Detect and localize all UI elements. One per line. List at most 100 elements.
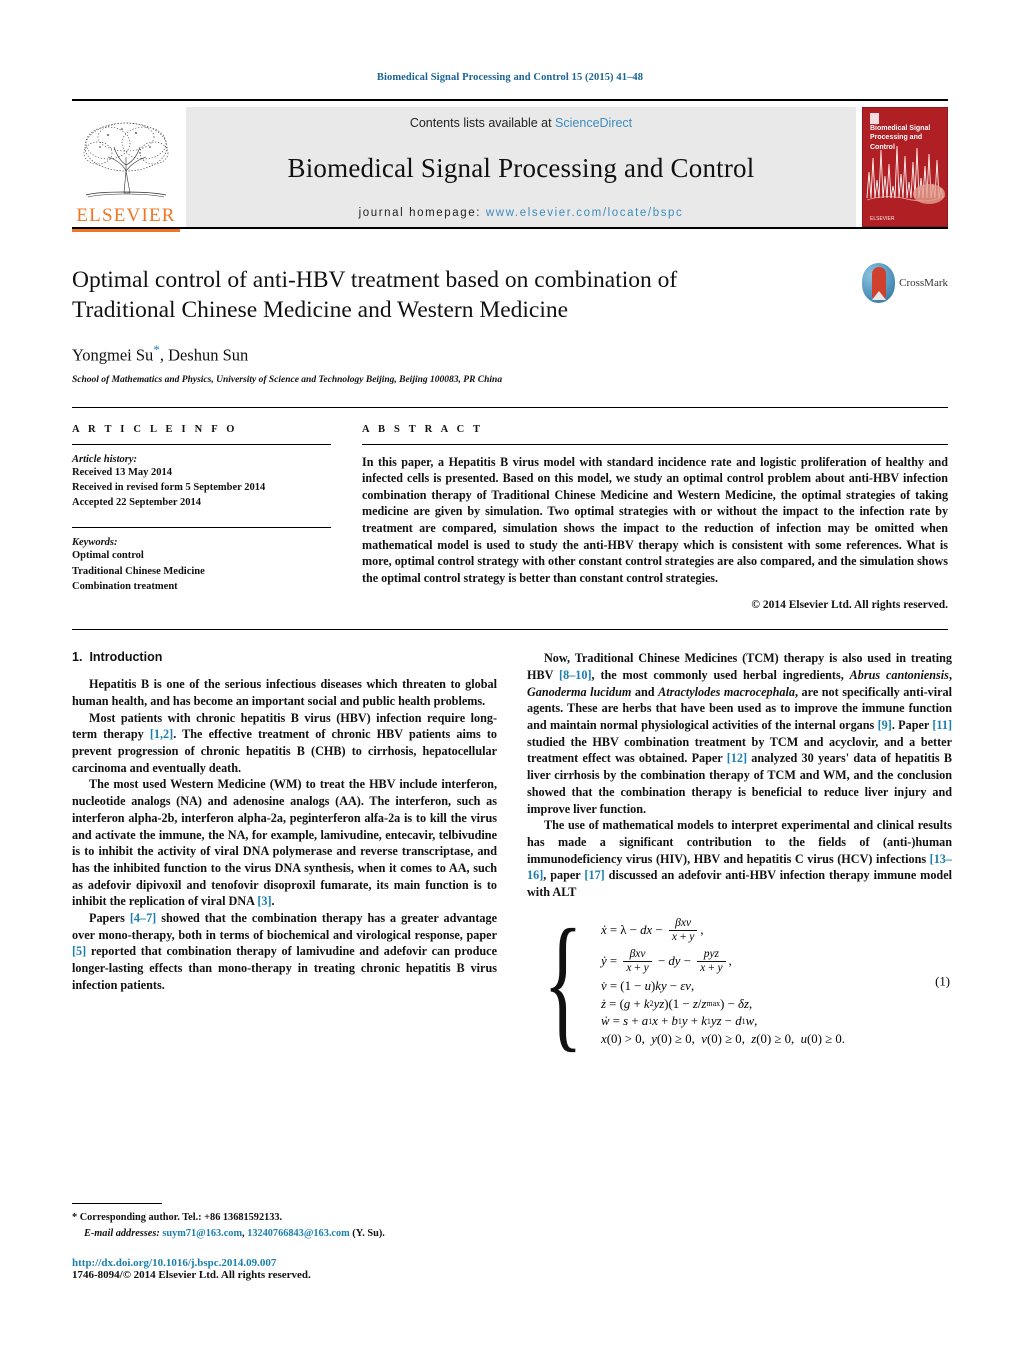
keyword-item: Traditional Chinese Medicine (72, 565, 205, 577)
body-paragraph: The use of mathematical models to interp… (527, 817, 952, 901)
crossmark-icon (862, 263, 896, 303)
abstract-text: In this paper, a Hepatitis B virus model… (362, 454, 948, 585)
abstract-copyright: © 2014 Elsevier Ltd. All rights reserved… (751, 599, 948, 612)
paragraph-text: reported that combination therapy of lam… (72, 944, 497, 992)
author-first: Yongmei Su (72, 345, 154, 365)
author-affiliation: School of Mathematics and Physics, Unive… (72, 374, 503, 385)
right-column-paragraphs: Now, Traditional Chinese Medicines (TCM)… (527, 650, 952, 901)
page-title: Optimal control of anti-HBV treatment ba… (72, 267, 678, 323)
issn-copyright: 1746-8094/© 2014 Elsevier Ltd. All right… (72, 1269, 311, 1281)
masthead-bottom-rule (72, 227, 948, 229)
body-paragraph: Now, Traditional Chinese Medicines (TCM)… (527, 650, 952, 817)
body-columns: 1. Introduction Hepatitis B is one of the… (72, 629, 952, 1057)
history-accepted: Accepted 22 September 2014 (72, 497, 201, 509)
italic-term: Ganoderma lucidum (527, 684, 632, 699)
citation-reference[interactable]: [3] (257, 894, 271, 908)
body-right-column: Now, Traditional Chinese Medicines (TCM)… (527, 650, 952, 1065)
article-history: Article history: Received 13 May 2014 Re… (72, 454, 331, 511)
contents-prefix: Contents lists available at (409, 116, 556, 130)
contents-available-line: Contents lists available at ScienceDirec… (410, 116, 632, 130)
paragraph-text: , paper (543, 868, 585, 883)
equation-line-y: ẏ = βxv x + y − dy − pyz x + y, (601, 947, 732, 975)
elsevier-logo: ELSEVIER (72, 107, 180, 227)
body-paragraph: Papers [4–7] showed that the combination… (72, 910, 497, 994)
equation-line-initial-conditions: x (0) > 0, y (0) ≥ 0, v (0) ≥ 0, z (0) ≥ 0, … (601, 1032, 845, 1047)
citation-reference[interactable]: [5] (72, 944, 86, 958)
citation-reference[interactable]: [12] (727, 751, 747, 765)
cover-publisher-mark-icon (870, 113, 879, 124)
email-link-2[interactable]: 13240766843@163.com (247, 1228, 350, 1239)
equation-line-v: v̇ = (1 − u) ky − εv, (601, 978, 695, 993)
equation-number: (1) (935, 974, 950, 989)
journal-cover-image: Biomedical Signal Processing and Control… (862, 107, 948, 227)
equation-1: { ẋ = λ − dx − βxv x + y, ẏ = βxv x + y − … (543, 898, 950, 1065)
section-heading: 1. Introduction (72, 650, 497, 664)
body-left-column: 1. Introduction Hepatitis B is one of the… (72, 650, 497, 1051)
equation-lines: ẋ = λ − dx − βxv x + y, ẏ = βxv x + y − dy… (601, 913, 845, 1051)
sciencedirect-link[interactable]: ScienceDirect (555, 116, 632, 130)
paragraph-text: , (948, 667, 952, 682)
citation-reference[interactable]: [4–7] (130, 911, 156, 925)
paragraph-text: . Paper (891, 718, 933, 733)
running-head: Biomedical Signal Processing and Control… (376, 72, 644, 83)
equation-line-z: ż = (g + k 2 yz)(1 − z / z max) − δz, (601, 996, 753, 1011)
paragraph-text: . (271, 894, 275, 909)
paper-page: Biomedical Signal Processing and Control… (0, 0, 1020, 1351)
homepage-prefix: journal homepage: (358, 207, 482, 219)
page-footer: * Corresponding author. Tel.: +86 136815… (72, 1203, 497, 1281)
info-abstract-block: A R T I C L E I N F O Article history: R… (72, 406, 948, 612)
keywords-block: Keywords: Optimal control Traditional Ch… (72, 527, 331, 594)
email-label: E-mail addresses: (84, 1227, 160, 1239)
cover-waveform-graphic (866, 145, 946, 204)
body-paragraph: Most patients with chronic hepatitis B v… (72, 710, 497, 777)
history-received: Received 13 May 2014 (72, 466, 173, 478)
title-block: CrossMark Optimal control of anti-HBV tr… (72, 263, 948, 385)
masthead-center: Contents lists available at ScienceDirec… (186, 107, 856, 227)
abstract-column: A B S T R A C T In this paper, a Hepatit… (347, 423, 948, 612)
paragraph-text: Papers (89, 911, 130, 926)
masthead-accent-rule (72, 229, 180, 232)
section-title: Introduction (89, 650, 163, 665)
journal-masthead: ELSEVIER Contents lists available at Sci… (72, 99, 948, 227)
abstract-heading: A B S T R A C T (362, 423, 484, 435)
equation-line-w: ẇ = s + a1x + b1y + k 1 yz − d1w, (601, 1014, 758, 1029)
journal-homepage-line: journal homepage: www.elsevier.com/locat… (359, 207, 684, 219)
author-list: Yongmei Su*, Deshun Sun (72, 342, 948, 366)
citation-reference[interactable]: [8–10] (559, 668, 592, 682)
article-info-column: A R T I C L E I N F O Article history: R… (72, 424, 347, 612)
paragraph-text: and (631, 684, 659, 699)
body-paragraph: The most used Western Medicine (WM) to t… (72, 776, 497, 910)
keywords-label: Keywords: (72, 537, 118, 549)
email-suffix: (Y. Su). (349, 1227, 385, 1239)
email-note: E-mail addresses: suym71@163.com, 132407… (72, 1226, 497, 1241)
footnote-rule (72, 1203, 162, 1205)
citation-reference[interactable]: [17] (584, 868, 604, 882)
elsevier-tree-icon (83, 122, 169, 198)
crossmark-label: CrossMark (899, 277, 948, 289)
citation-reference[interactable]: [9] (878, 718, 892, 732)
abstract-rule (362, 443, 948, 445)
paragraph-text: The most used Western Medicine (WM) to t… (72, 777, 497, 909)
corresponding-author-note: * Corresponding author. Tel.: +86 136815… (72, 1212, 283, 1224)
article-info-rule (72, 443, 331, 445)
author-rest: , Deshun Sun (159, 345, 249, 365)
paragraph-text: The use of mathematical models to interp… (527, 818, 952, 866)
journal-title: Biomedical Signal Processing and Control (287, 152, 755, 183)
paragraph-text: , the most commonly used herbal ingredie… (591, 667, 850, 682)
left-column-paragraphs: Hepatitis B is one of the serious infect… (72, 676, 497, 993)
section-number: 1. (72, 650, 83, 665)
keyword-item: Optimal control (72, 550, 144, 562)
article-history-label: Article history: (72, 453, 138, 465)
email-link-1[interactable]: suym71@163.com (162, 1228, 242, 1239)
elsevier-wordmark: ELSEVIER (76, 205, 176, 226)
history-revised: Received in revised form 5 September 201… (72, 481, 266, 493)
citation-reference[interactable]: [11] (932, 718, 952, 732)
citation-reference[interactable]: [1,2] (150, 727, 173, 741)
homepage-url-link[interactable]: www.elsevier.com/locate/bspc (486, 207, 684, 219)
italic-term: Abrus cantoniensis (849, 667, 949, 682)
paragraph-text: Hepatitis B is one of the serious infect… (72, 677, 497, 708)
doi-link[interactable]: http://dx.doi.org/10.1016/j.bspc.2014.09… (72, 1257, 497, 1269)
keyword-item: Combination treatment (72, 580, 178, 592)
cover-publisher-name: ELSEVIER (870, 216, 895, 222)
crossmark-badge[interactable]: CrossMark (862, 260, 948, 306)
